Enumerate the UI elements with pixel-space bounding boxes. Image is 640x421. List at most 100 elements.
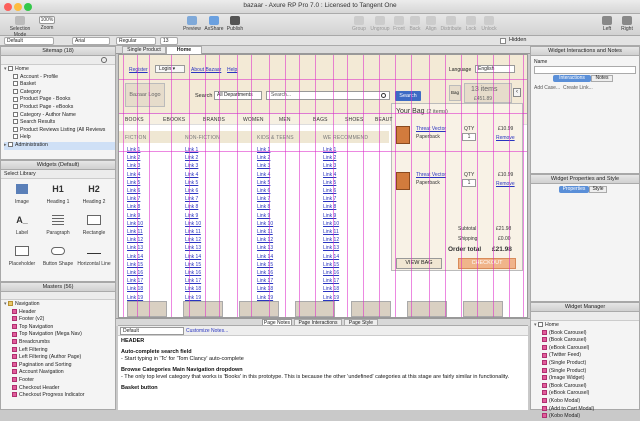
category-link[interactable]: Link 15: [323, 262, 339, 268]
front-button[interactable]: Front: [391, 16, 407, 35]
widget-name-input[interactable]: [534, 66, 636, 74]
distribute-button[interactable]: Distribute: [439, 16, 463, 35]
nav-item[interactable]: EBOOKS: [163, 117, 185, 123]
master-item[interactable]: Left Filtering: [12, 347, 115, 355]
category-link[interactable]: Link 9: [127, 213, 140, 219]
category-link[interactable]: Link 18: [323, 286, 339, 292]
category-link[interactable]: Link 14: [323, 254, 339, 260]
category-link[interactable]: Link 3: [127, 163, 140, 169]
manager-item[interactable]: (eBook Carousel): [542, 390, 639, 398]
category-link[interactable]: Link 16: [185, 270, 201, 276]
category-link[interactable]: Link 14: [185, 254, 201, 260]
manager-item[interactable]: (Image Widget): [542, 375, 639, 383]
category-link[interactable]: Link 5: [127, 180, 140, 186]
category-link[interactable]: Link 10: [323, 221, 339, 227]
login-dropdown[interactable]: Login ▾: [155, 65, 185, 73]
bag-item-title[interactable]: Threat Vector: [416, 172, 446, 178]
group-button[interactable]: Group: [350, 16, 368, 35]
heading1-widget[interactable]: H1 Heading 1: [41, 183, 75, 212]
product-thumbnail[interactable]: [127, 301, 167, 317]
logo[interactable]: Bazaar Logo: [125, 83, 165, 107]
category-link[interactable]: Link 8: [185, 204, 198, 210]
search-button[interactable]: Search: [395, 91, 421, 101]
manager-item[interactable]: (Single Product): [542, 368, 639, 376]
manager-item[interactable]: (Kobo Modal): [542, 398, 639, 406]
rectangle-widget[interactable]: Rectangle: [77, 214, 111, 243]
category-link[interactable]: Link 5: [185, 180, 198, 186]
paragraph-widget[interactable]: Paragraph: [41, 214, 75, 243]
category-link[interactable]: Link 17: [185, 278, 201, 284]
category-link[interactable]: Link 3: [323, 163, 336, 169]
category-link[interactable]: Link 8: [127, 204, 140, 210]
sitemap-item[interactable]: Product Reviews Listing (All Reviews: [4, 127, 115, 135]
masters-folder[interactable]: ▾ Navigation: [4, 301, 115, 309]
font-size-select[interactable]: 13: [160, 37, 178, 45]
category-link[interactable]: Link 2: [323, 155, 336, 161]
ungroup-button[interactable]: Ungroup: [369, 16, 391, 35]
help-link[interactable]: Help: [227, 67, 237, 73]
category-link[interactable]: Link 10: [127, 221, 143, 227]
category-link[interactable]: Link 17: [257, 278, 273, 284]
tab-style[interactable]: Style: [589, 186, 607, 193]
product-thumbnail[interactable]: [239, 301, 279, 317]
bag-button[interactable]: Bag: [449, 85, 461, 101]
label-widget[interactable]: A_ Label: [5, 214, 39, 243]
category-link[interactable]: Link 13: [257, 245, 273, 251]
sitemap-item[interactable]: ▸ Administration: [4, 141, 115, 150]
qty-input[interactable]: 1: [462, 133, 476, 141]
sitemap-item[interactable]: ▾ Home: [4, 66, 115, 74]
category-link[interactable]: Link 4: [323, 172, 336, 178]
category-link[interactable]: Link 13: [323, 245, 339, 251]
preview-button[interactable]: Preview: [182, 16, 202, 35]
library-select[interactable]: Select Library: [1, 170, 115, 179]
book-cover[interactable]: [396, 126, 410, 144]
master-item[interactable]: Account Navigation: [12, 369, 115, 377]
category-link[interactable]: Link 12: [185, 237, 201, 243]
category-link[interactable]: Link 11: [257, 229, 273, 235]
category-link[interactable]: Link 6: [127, 188, 140, 194]
master-item[interactable]: Header: [12, 309, 115, 317]
sitemap-item[interactable]: Basket: [4, 81, 115, 89]
align-button[interactable]: Align: [423, 16, 439, 35]
back-button[interactable]: Back: [407, 16, 423, 35]
category-link[interactable]: Link 4: [185, 172, 198, 178]
master-item[interactable]: Pagination and Sorting: [12, 362, 115, 370]
sitemap-item[interactable]: Help: [4, 134, 115, 142]
subnav-item[interactable]: KIDS & TEENS: [257, 135, 294, 141]
button-shape-widget[interactable]: Button Shape: [41, 245, 75, 274]
horizontal-line-widget[interactable]: Horizontal Line: [77, 245, 111, 274]
category-link[interactable]: Link 7: [185, 196, 198, 202]
sitemap-item[interactable]: Product Page - eBooks: [4, 104, 115, 112]
selection-mode-button[interactable]: Selection Mode: [6, 16, 34, 38]
subnav-item[interactable]: NON-FICTION: [185, 135, 220, 141]
category-link[interactable]: Link 16: [323, 270, 339, 276]
category-link[interactable]: Link 11: [127, 229, 143, 235]
tab-single-product[interactable]: Single Product: [122, 46, 166, 54]
product-thumbnail[interactable]: [407, 301, 447, 317]
category-link[interactable]: Link 6: [185, 188, 198, 194]
category-link[interactable]: Link 15: [127, 262, 143, 268]
category-link[interactable]: Link 13: [127, 245, 143, 251]
bag-summary[interactable]: 13 items £451.89: [464, 83, 512, 103]
department-select[interactable]: All Departments: [214, 91, 262, 100]
manager-item[interactable]: (Twitter Feed): [542, 352, 639, 360]
sitemap-item[interactable]: Category: [4, 89, 115, 97]
sitemap-item[interactable]: Product Page - Books: [4, 96, 115, 104]
master-item[interactable]: Footer (v2): [12, 316, 115, 324]
category-link[interactable]: Link 10: [257, 221, 273, 227]
category-link[interactable]: Link 17: [127, 278, 143, 284]
checkout-button[interactable]: CHECKOUT: [458, 258, 516, 269]
register-link[interactable]: Register: [129, 67, 148, 73]
category-link[interactable]: Link 3: [185, 163, 198, 169]
subnav-item[interactable]: FICTION: [125, 135, 146, 141]
tab-home[interactable]: Home: [166, 46, 202, 54]
category-link[interactable]: Link 19: [185, 295, 201, 301]
category-link[interactable]: Link 11: [185, 229, 201, 235]
master-item[interactable]: Top Navigation: [12, 324, 115, 332]
font-select[interactable]: Arial: [72, 37, 110, 45]
manager-item[interactable]: (Book Carousel): [542, 383, 639, 391]
category-link[interactable]: Link 18: [185, 286, 201, 292]
master-item[interactable]: Checkout Progress Indicator: [12, 392, 115, 400]
nav-item[interactable]: BEAUT: [375, 117, 393, 123]
category-link[interactable]: Link 6: [323, 188, 336, 194]
